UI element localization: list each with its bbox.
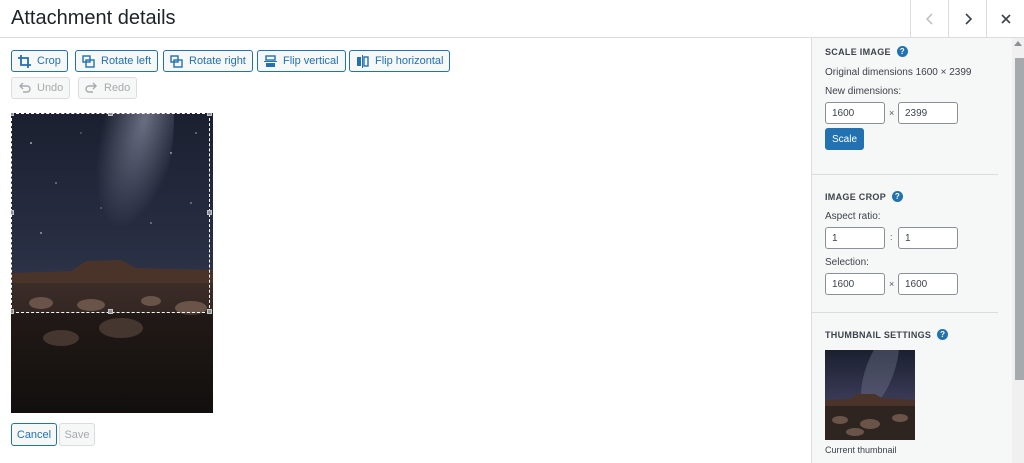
flip-horizontal-button[interactable]: Flip horizontal bbox=[349, 50, 451, 72]
undo-icon bbox=[17, 81, 31, 95]
flip-vertical-icon bbox=[263, 54, 277, 68]
image-editor-canvas[interactable] bbox=[11, 113, 213, 413]
rotate-left-icon bbox=[81, 54, 95, 68]
rotate-left-label: Rotate left bbox=[101, 55, 152, 67]
redo-icon bbox=[84, 81, 98, 95]
crop-button[interactable]: Crop bbox=[11, 50, 68, 72]
chevron-right-icon bbox=[964, 12, 972, 25]
page-title: Attachment details bbox=[11, 7, 176, 29]
crop-handle[interactable] bbox=[207, 210, 212, 215]
previous-attachment-button[interactable] bbox=[910, 0, 948, 37]
crop-handle[interactable] bbox=[207, 309, 212, 314]
rotate-right-button[interactable]: Rotate right bbox=[163, 50, 253, 72]
flip-vertical-button[interactable]: Flip vertical bbox=[257, 50, 346, 72]
current-thumbnail-image bbox=[825, 350, 915, 440]
flip-horizontal-label: Flip horizontal bbox=[375, 55, 444, 67]
undo-label: Undo bbox=[37, 82, 64, 94]
help-icon[interactable]: ? bbox=[937, 329, 949, 340]
aspect-ratio-width-input[interactable] bbox=[825, 227, 885, 249]
crop-label: Crop bbox=[37, 55, 61, 67]
new-dimensions-label: New dimensions: bbox=[825, 86, 902, 97]
crop-handle[interactable] bbox=[207, 113, 212, 116]
crop-handle[interactable] bbox=[11, 309, 14, 314]
scale-button[interactable]: Scale bbox=[825, 128, 864, 150]
modal-header: Attachment details bbox=[0, 0, 1024, 38]
undo-button[interactable]: Undo bbox=[11, 77, 71, 99]
crop-handle[interactable] bbox=[108, 309, 113, 314]
section-divider bbox=[812, 312, 998, 313]
thumbnail-settings-heading: THUMBNAIL SETTINGS ? bbox=[825, 329, 949, 340]
flip-vertical-label: Flip vertical bbox=[283, 55, 339, 67]
colon-separator: : bbox=[890, 232, 893, 242]
scale-width-input[interactable] bbox=[825, 102, 885, 124]
crop-outside-shade bbox=[11, 313, 213, 413]
rotate-left-button[interactable]: Rotate left bbox=[75, 50, 159, 72]
crop-handle[interactable] bbox=[11, 210, 14, 215]
help-icon[interactable]: ? bbox=[892, 191, 904, 202]
scale-height-input[interactable] bbox=[898, 102, 958, 124]
crop-handle[interactable] bbox=[108, 113, 113, 116]
next-attachment-button[interactable] bbox=[948, 0, 986, 37]
scale-image-heading: SCALE IMAGE ? bbox=[825, 46, 908, 57]
crop-selection[interactable] bbox=[11, 113, 210, 313]
section-divider bbox=[812, 174, 998, 175]
current-thumbnail-caption: Current thumbnail bbox=[825, 445, 897, 455]
times-separator: × bbox=[889, 279, 895, 289]
original-dimensions: Original dimensions 1600 × 2399 bbox=[825, 67, 972, 78]
redo-label: Redo bbox=[104, 82, 131, 94]
help-icon[interactable]: ? bbox=[896, 46, 908, 57]
aspect-ratio-label: Aspect ratio: bbox=[825, 211, 881, 222]
close-icon bbox=[1000, 13, 1011, 24]
times-separator: × bbox=[889, 108, 895, 118]
close-button[interactable] bbox=[986, 0, 1024, 37]
image-edit-sidebar: SCALE IMAGE ? Original dimensions 1600 ×… bbox=[811, 38, 1024, 463]
selection-height-input[interactable] bbox=[898, 273, 958, 295]
scroll-up-arrow-icon[interactable] bbox=[1014, 41, 1022, 46]
chevron-left-icon bbox=[925, 12, 933, 25]
save-button[interactable]: Save bbox=[59, 423, 95, 446]
rotate-right-icon bbox=[169, 54, 183, 68]
flip-horizontal-icon bbox=[355, 54, 369, 68]
image-crop-title: IMAGE CROP bbox=[825, 191, 887, 202]
thumbnail-settings-title: THUMBNAIL SETTINGS bbox=[825, 329, 932, 340]
redo-button[interactable]: Redo bbox=[78, 77, 138, 99]
scale-image-title: SCALE IMAGE bbox=[825, 46, 891, 57]
crop-handle[interactable] bbox=[11, 113, 14, 116]
aspect-ratio-height-input[interactable] bbox=[898, 227, 958, 249]
image-crop-heading: IMAGE CROP ? bbox=[825, 191, 904, 202]
cancel-button[interactable]: Cancel bbox=[11, 423, 57, 446]
selection-label: Selection: bbox=[825, 257, 869, 268]
sidebar-scrollbar[interactable] bbox=[1012, 38, 1024, 463]
rotate-right-label: Rotate right bbox=[189, 55, 246, 67]
scrollbar-thumb[interactable] bbox=[1015, 58, 1024, 380]
selection-width-input[interactable] bbox=[825, 273, 885, 295]
crop-icon bbox=[17, 54, 31, 68]
